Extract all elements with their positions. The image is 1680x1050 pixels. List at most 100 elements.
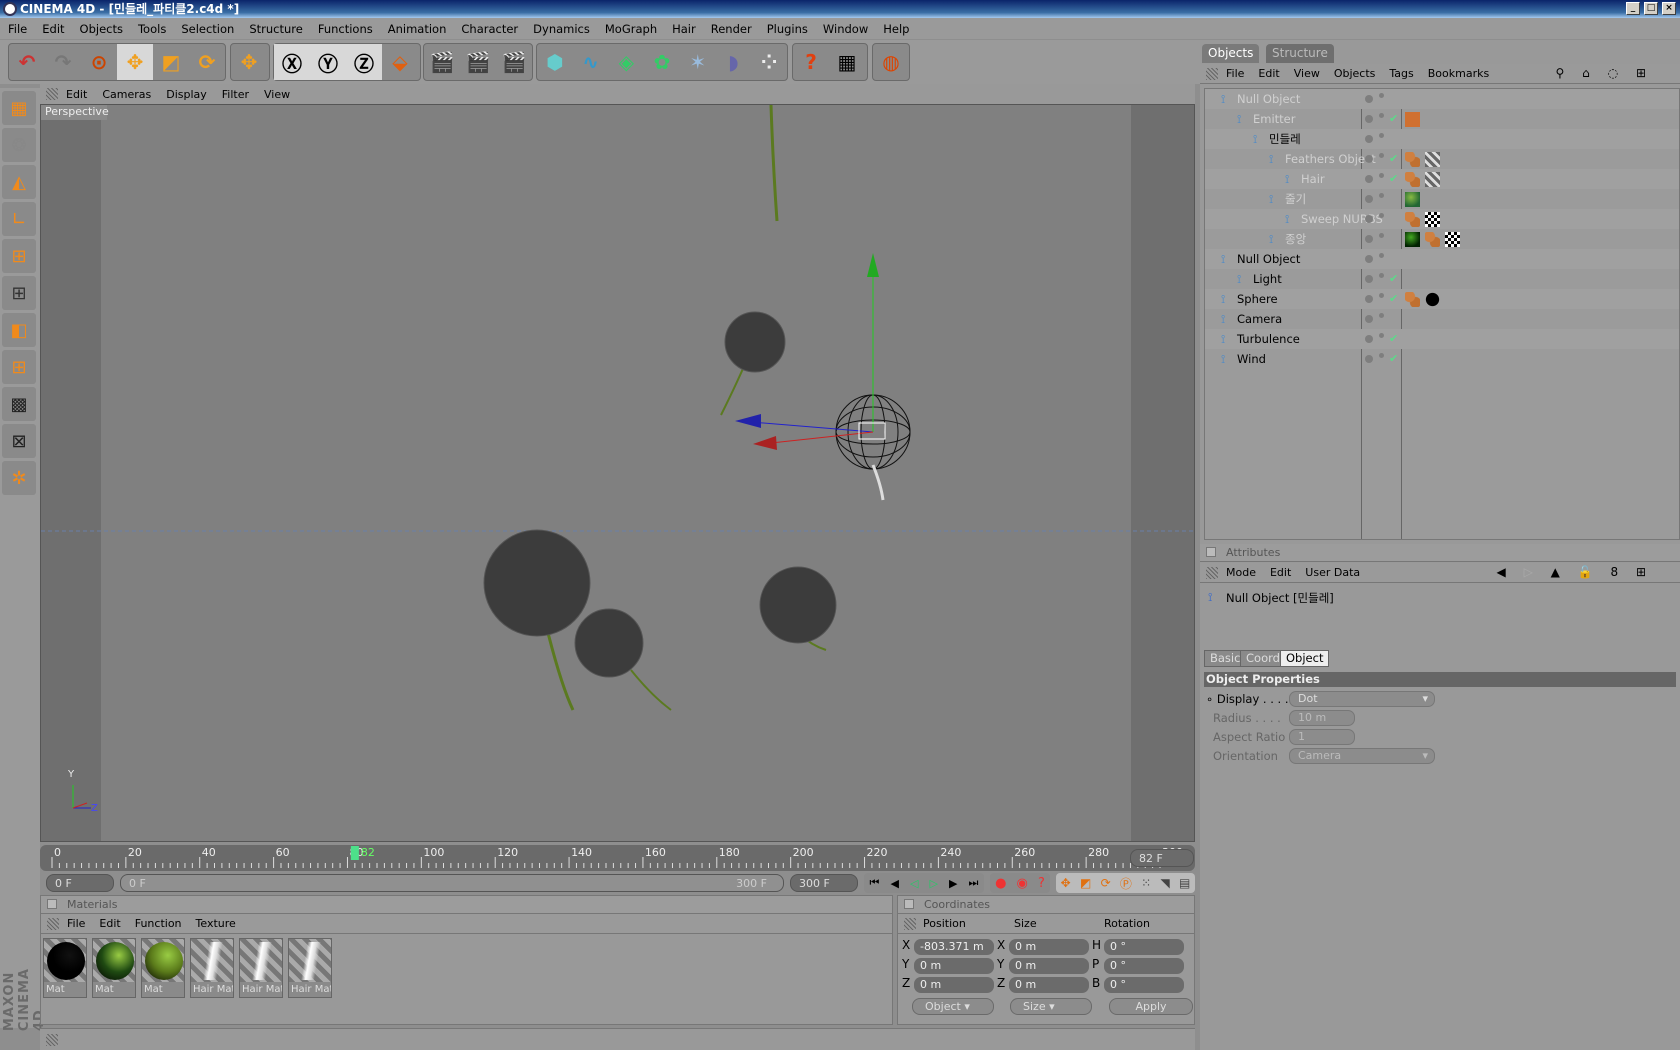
object-row[interactable]: ⟟ 줄기: [1205, 189, 1679, 209]
tag-texture-icon[interactable]: [1405, 172, 1420, 187]
material-swatch[interactable]: Hair Mat: [239, 938, 283, 998]
move-icon[interactable]: ✥: [117, 44, 153, 80]
menu-objects[interactable]: Objects: [80, 22, 123, 36]
step-forward-icon[interactable]: ▶: [949, 877, 957, 890]
render-dot[interactable]: [1379, 273, 1384, 278]
visibility-dot[interactable]: [1365, 135, 1373, 143]
back-icon[interactable]: ◀: [1497, 565, 1506, 579]
tag-hair-icon[interactable]: [1425, 152, 1440, 167]
size-z-field[interactable]: 0 m: [1009, 977, 1089, 993]
environment-icon[interactable]: ◗: [716, 44, 752, 80]
home-icon[interactable]: ⌂: [1582, 66, 1590, 80]
viewport-menu-edit[interactable]: Edit: [66, 88, 87, 101]
render-dot[interactable]: [1379, 193, 1384, 198]
attributes-menu-user-data[interactable]: User Data: [1305, 566, 1360, 579]
menu-tools[interactable]: Tools: [138, 22, 166, 36]
play-forward-icon[interactable]: ▷: [930, 877, 938, 890]
render-dot[interactable]: [1379, 313, 1384, 318]
frame-range-slider[interactable]: 0 F 300 F: [120, 874, 784, 892]
menu-help[interactable]: Help: [883, 22, 909, 36]
axis-mode-icon[interactable]: ∟: [2, 202, 36, 236]
uv-mode-icon[interactable]: ⊞: [2, 350, 36, 384]
new-panel-icon[interactable]: ⊞: [1636, 66, 1646, 80]
visibility-dot[interactable]: [1365, 255, 1373, 263]
rotation-h-field[interactable]: 0 °: [1104, 939, 1184, 955]
render-dot[interactable]: [1379, 93, 1384, 98]
polygons-mode-icon[interactable]: ◧: [2, 313, 36, 347]
position-z-field[interactable]: 0 m: [914, 977, 994, 993]
scale-icon[interactable]: ◩: [153, 44, 189, 80]
render-dot[interactable]: [1379, 213, 1384, 218]
tag-checker-icon[interactable]: [1425, 212, 1440, 227]
coordinate-mode-select[interactable]: Object ▾: [912, 998, 994, 1015]
attributes-menu-mode[interactable]: Mode: [1226, 566, 1256, 579]
render-dot[interactable]: [1379, 353, 1384, 358]
eye-icon[interactable]: ◌: [1608, 66, 1618, 80]
help-icon[interactable]: ?: [793, 44, 829, 80]
end-frame-field[interactable]: 300 F: [790, 874, 858, 892]
menu-window[interactable]: Window: [823, 22, 868, 36]
objects-menu-edit[interactable]: Edit: [1258, 67, 1279, 80]
texture-mode-icon[interactable]: ▩: [2, 387, 36, 421]
key-pla-icon[interactable]: ⁙: [1141, 876, 1151, 890]
visibility-dot[interactable]: [1365, 175, 1373, 183]
object-row[interactable]: ⟟ Sweep NURBS: [1205, 209, 1679, 229]
objects-menu-view[interactable]: View: [1294, 67, 1320, 80]
key-position-icon[interactable]: ✥: [1061, 876, 1071, 890]
tag-texture-icon[interactable]: [1425, 232, 1440, 247]
tab-objects[interactable]: Objects: [1202, 44, 1260, 63]
undo-icon[interactable]: ↶: [9, 44, 45, 80]
visibility-dot[interactable]: [1365, 155, 1373, 163]
tag-black-icon[interactable]: [1425, 292, 1440, 307]
minimize-button[interactable]: _: [1626, 2, 1640, 15]
key-parameter-icon[interactable]: Ⓟ: [1120, 875, 1132, 892]
menu-file[interactable]: File: [8, 22, 27, 36]
material-swatch[interactable]: Mat: [141, 938, 185, 998]
render-settings-icon[interactable]: 🎬: [496, 44, 532, 80]
render-dot[interactable]: [1379, 253, 1384, 258]
viewport-menu-cameras[interactable]: Cameras: [102, 88, 151, 101]
visibility-dot[interactable]: [1365, 195, 1373, 203]
visibility-dot[interactable]: [1365, 295, 1373, 303]
forward-icon[interactable]: ▷: [1524, 565, 1533, 579]
position-y-field[interactable]: 0 m: [914, 958, 994, 974]
tag-green-icon[interactable]: [1405, 192, 1420, 207]
size-x-field[interactable]: 0 m: [1009, 939, 1089, 955]
start-frame-field[interactable]: 0 F: [46, 874, 114, 892]
timeline-ruler[interactable]: 0204060801001201401601802002202402602803…: [40, 845, 1195, 871]
spline-icon[interactable]: ∿: [573, 44, 609, 80]
position-x-field[interactable]: -803.371 m: [914, 939, 994, 955]
tag-hair-icon[interactable]: [1425, 172, 1440, 187]
menu-plugins[interactable]: Plugins: [767, 22, 808, 36]
material-swatch[interactable]: Mat: [92, 938, 136, 998]
render-dot[interactable]: [1379, 173, 1384, 178]
lock-icon[interactable]: 🔓: [1578, 565, 1593, 579]
deformer-icon[interactable]: ✶: [680, 44, 716, 80]
close-button[interactable]: ×: [1662, 2, 1676, 15]
visibility-dot[interactable]: [1365, 355, 1373, 363]
render-dot[interactable]: [1379, 333, 1384, 338]
object-row[interactable]: ⟟ Camera: [1205, 309, 1679, 329]
playhead[interactable]: [350, 846, 359, 860]
menu-mograph[interactable]: MoGraph: [605, 22, 657, 36]
visibility-dot[interactable]: [1365, 95, 1373, 103]
edges-mode-icon[interactable]: ⊞: [2, 276, 36, 310]
menu-character[interactable]: Character: [461, 22, 518, 36]
key-rotation-icon[interactable]: ⟳: [1101, 876, 1111, 890]
play-backward-icon[interactable]: ◁: [910, 877, 918, 890]
materials-menu-edit[interactable]: Edit: [99, 917, 120, 930]
objects-menu-objects[interactable]: Objects: [1334, 67, 1376, 80]
visibility-dot[interactable]: [1365, 315, 1373, 323]
aspect-ratio-field[interactable]: 1: [1289, 729, 1355, 745]
web-icon[interactable]: ◍: [873, 44, 909, 80]
tab-object[interactable]: Object: [1280, 650, 1330, 667]
enabled-check-icon[interactable]: ✔: [1389, 329, 1398, 349]
search-icon[interactable]: ⚲: [1556, 66, 1565, 80]
visibility-dot[interactable]: [1365, 235, 1373, 243]
visibility-dot[interactable]: [1365, 115, 1373, 123]
record-key-icon[interactable]: ●: [995, 876, 1006, 891]
enabled-check-icon[interactable]: ✔: [1389, 269, 1398, 289]
size-mode-select[interactable]: Size ▾: [1010, 998, 1092, 1015]
viewport-perspective[interactable]: Perspective Y Z: [40, 104, 1195, 842]
objects-menu-bookmarks[interactable]: Bookmarks: [1428, 67, 1489, 80]
